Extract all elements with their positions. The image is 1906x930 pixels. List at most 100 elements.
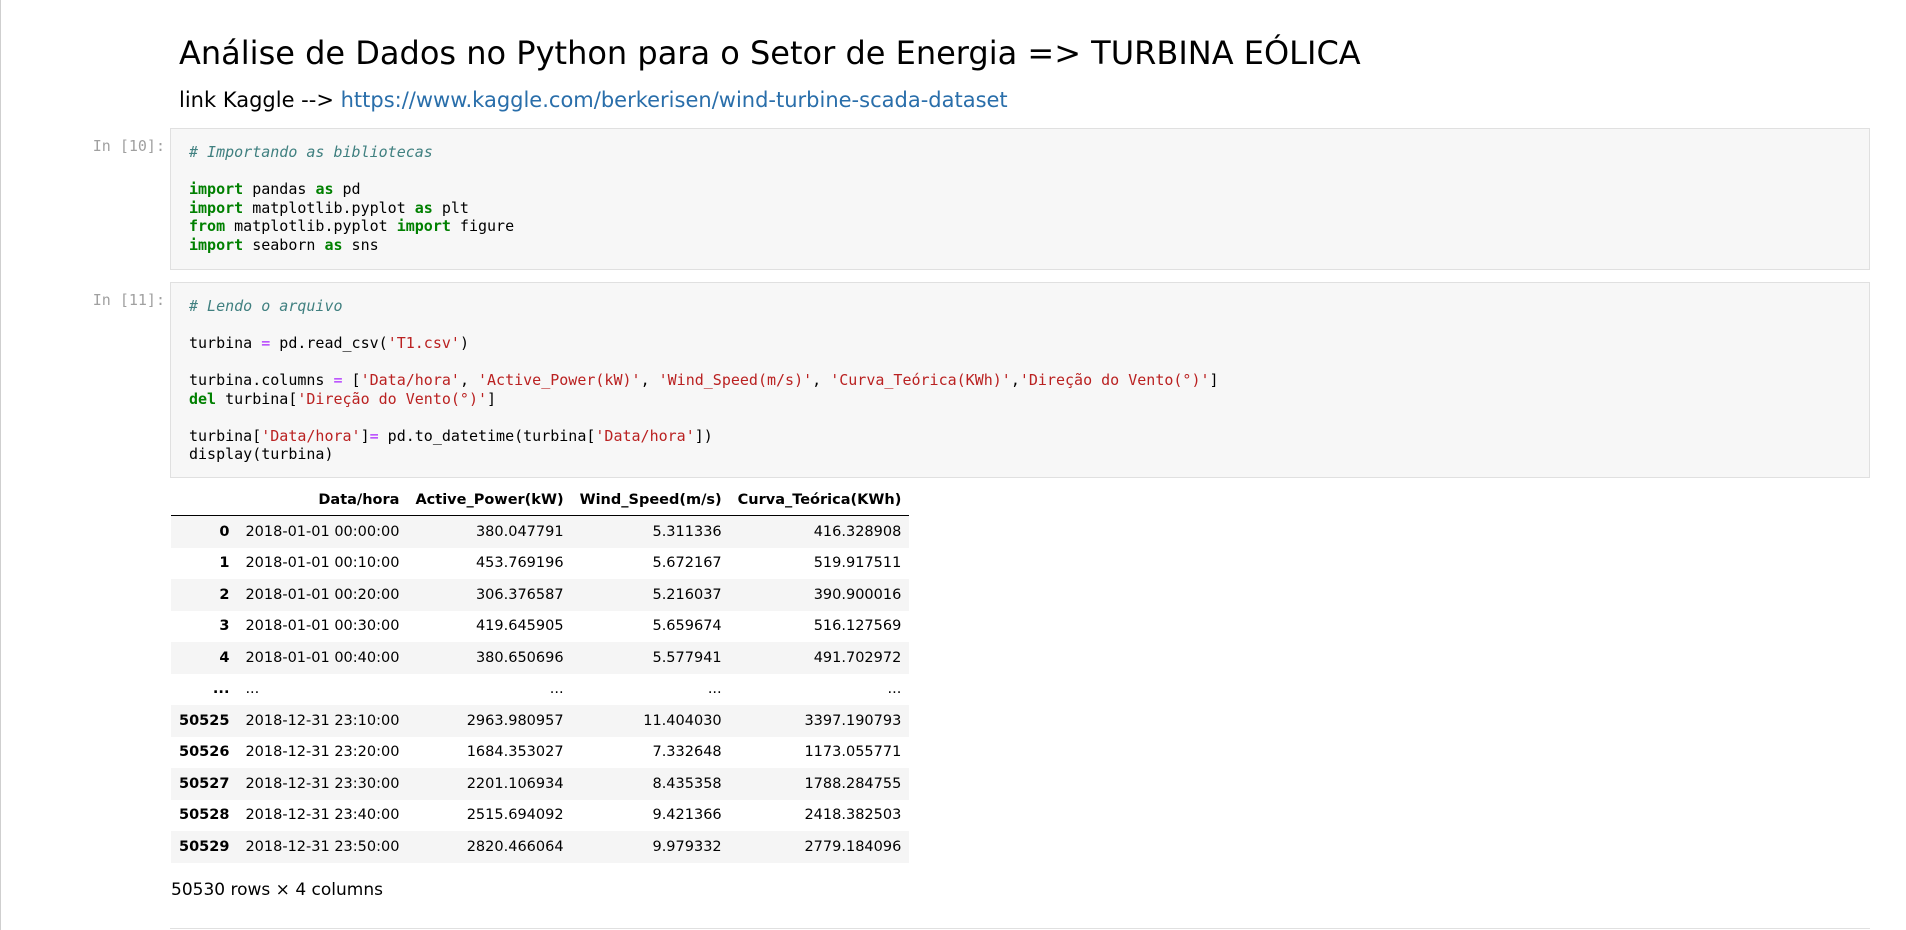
code-text: ]) bbox=[694, 426, 713, 445]
code-text: pd.to_datetime(turbina[ bbox=[378, 426, 596, 445]
table-cell: 1684.353027 bbox=[466, 744, 564, 761]
keyword: as bbox=[315, 180, 334, 198]
table-row: 4 2018-01-01 00:40:00 380.650696 5.577941 49… bbox=[171, 642, 910, 674]
table-cell: 416.328908 bbox=[813, 523, 902, 540]
kaggle-link[interactable]: https://www.kaggle.com/berkerisen/wind-t… bbox=[341, 88, 1008, 112]
code-text: ] bbox=[360, 426, 370, 445]
string-literal: 'T1.csv' bbox=[387, 334, 460, 352]
code-text: turbina bbox=[189, 334, 262, 352]
row-index: 50528 bbox=[179, 807, 230, 824]
row-index: 50527 bbox=[179, 775, 230, 792]
string-literal: 'Direção do Vento(°)' bbox=[1019, 371, 1210, 389]
code-text: turbina[ bbox=[189, 426, 262, 445]
code-editor-read-file[interactable]: # Lendo o arquivo turbina = pd.read_csv(… bbox=[189, 297, 1219, 464]
table-cell: 519.917511 bbox=[813, 555, 902, 572]
table-cell: 2201.106934 bbox=[466, 775, 564, 792]
row-index: 4 bbox=[219, 649, 230, 666]
code-text: [ bbox=[342, 371, 361, 389]
header-active-power: Active_Power(kW) bbox=[407, 485, 572, 516]
operator: = bbox=[369, 426, 379, 445]
table-cell: 380.047791 bbox=[475, 523, 564, 540]
table-row: 50526 2018-12-31 23:20:00 1684.353027 7.332… bbox=[171, 737, 909, 769]
code-text: pd.read_csv( bbox=[270, 334, 388, 352]
code-cell-imports[interactable]: # Importando as bibliotecas import panda… bbox=[170, 128, 1870, 270]
table-cell: 516.127569 bbox=[813, 618, 902, 635]
code-text: , bbox=[459, 371, 478, 389]
table-cell: 2018-01-01 00:40:00 bbox=[245, 649, 400, 666]
table-cell: 2018-12-31 23:20:00 bbox=[245, 744, 400, 761]
code-text: , bbox=[1010, 371, 1020, 389]
keyword: import bbox=[189, 180, 244, 198]
header-datahora: Data/hora bbox=[237, 485, 408, 516]
cell-prompt-10: In [10]: bbox=[92, 137, 165, 155]
code-text: plt bbox=[432, 198, 469, 217]
table-row: 0 2018-01-01 00:00:00 380.047791 5.311336 41… bbox=[171, 515, 910, 548]
table-cell: 2963.980957 bbox=[466, 712, 564, 729]
row-index: ... bbox=[212, 681, 230, 698]
row-index: 1 bbox=[219, 555, 230, 572]
code-text: figure bbox=[450, 217, 515, 235]
dataframe-table: Data/hora Active_Power(kW) Wind_Speed(m/… bbox=[171, 485, 910, 863]
table-cell: 1173.055771 bbox=[804, 744, 902, 761]
keyword: import bbox=[189, 198, 244, 217]
code-text: sns bbox=[342, 235, 379, 254]
table-row: 50529 2018-12-31 23:50:00 2820.466064 9.979… bbox=[171, 831, 910, 863]
header-row: Data/hora Active_Power(kW) Wind_Speed(m/… bbox=[171, 485, 910, 516]
table-cell: 306.376587 bbox=[475, 586, 564, 603]
row-index: 0 bbox=[219, 523, 230, 540]
code-text: pandas bbox=[243, 180, 316, 198]
table-cell: 9.421366 bbox=[652, 807, 722, 824]
notebook-container: Análise de Dados no Python para o Setor … bbox=[0, 0, 1906, 930]
table-row: 3 2018-01-01 00:30:00 419.645905 5.659674 51… bbox=[171, 611, 909, 643]
header-curva-teorica: Curva_Teórica(KWh) bbox=[729, 485, 910, 516]
code-text: matplotlib.pyplot bbox=[225, 217, 397, 235]
markdown-link-line: link Kaggle --> https://www.kaggle.com/b… bbox=[179, 88, 1008, 112]
keyword: del bbox=[189, 389, 217, 408]
table-cell: 2018-12-31 23:50:00 bbox=[245, 838, 400, 855]
table-cell: 380.650696 bbox=[475, 649, 564, 666]
string-literal: 'Wind_Speed(m/s)' bbox=[658, 371, 813, 389]
code-text: ] bbox=[487, 389, 497, 408]
row-index: 50526 bbox=[179, 744, 230, 761]
keyword: import bbox=[189, 235, 244, 254]
string-literal: 'Data/hora' bbox=[595, 426, 695, 445]
table-cell: 2418.382503 bbox=[804, 807, 902, 824]
string-literal: 'Curva_Teórica(KWh)' bbox=[830, 371, 1011, 389]
table-cell: 5.311336 bbox=[652, 523, 722, 540]
table-cell: 5.672167 bbox=[652, 555, 722, 572]
code-cell-read-file[interactable]: # Lendo o arquivo turbina = pd.read_csv(… bbox=[170, 282, 1870, 478]
table-cell: 2018-01-01 00:10:00 bbox=[245, 555, 400, 572]
row-index: 50525 bbox=[179, 712, 230, 729]
code-text: , bbox=[640, 371, 659, 389]
header-wind-speed: Wind_Speed(m/s) bbox=[571, 485, 730, 516]
string-literal: 'Active_Power(kW)' bbox=[478, 371, 641, 389]
table-cell: 5.577941 bbox=[652, 649, 722, 666]
table-cell: 2018-12-31 23:10:00 bbox=[245, 712, 400, 729]
table-cell: 3397.190793 bbox=[804, 712, 902, 729]
table-row: 50528 2018-12-31 23:40:00 2515.694092 9.421… bbox=[171, 800, 909, 832]
code-text: ] bbox=[1209, 371, 1219, 389]
table-row: 50525 2018-12-31 23:10:00 2963.980957 11.40… bbox=[171, 705, 910, 737]
code-text: turbina.columns bbox=[189, 371, 334, 389]
table-row: ............... bbox=[171, 674, 909, 706]
cell-prompt-11: In [11]: bbox=[92, 291, 165, 309]
table-cell: 7.332648 bbox=[652, 744, 722, 761]
table-cell: 8.435358 bbox=[652, 775, 722, 792]
keyword: as bbox=[324, 235, 343, 254]
dataframe-header: Data/hora Active_Power(kW) Wind_Speed(m/… bbox=[171, 485, 910, 516]
header-index bbox=[171, 485, 238, 516]
string-literal: 'Data/hora' bbox=[360, 371, 460, 389]
code-editor-imports[interactable]: # Importando as bibliotecas import panda… bbox=[189, 143, 514, 254]
link-prefix: link Kaggle --> bbox=[179, 88, 341, 112]
operator: = bbox=[261, 334, 271, 352]
keyword: from bbox=[189, 217, 226, 235]
keyword: import bbox=[396, 217, 451, 235]
table-cell: 2018-12-31 23:30:00 bbox=[245, 775, 400, 792]
code-text: pd bbox=[333, 180, 361, 198]
code-text: seaborn bbox=[243, 235, 325, 254]
table-cell: 390.900016 bbox=[813, 586, 902, 603]
row-index: 3 bbox=[219, 618, 230, 635]
table-cell: ... bbox=[887, 681, 902, 698]
code-text: , bbox=[812, 371, 831, 389]
keyword: as bbox=[414, 198, 433, 217]
